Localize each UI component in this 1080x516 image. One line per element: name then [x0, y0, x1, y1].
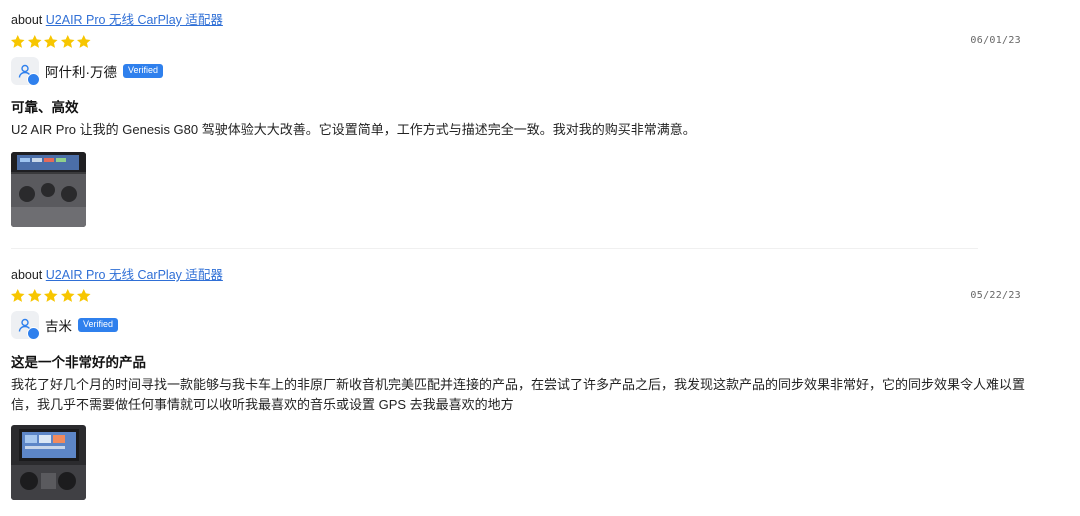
product-link[interactable]: U2AIR Pro 无线 CarPlay 适配器	[46, 13, 223, 27]
review-photo[interactable]	[11, 425, 86, 500]
star-icon	[76, 34, 91, 48]
star-icon	[10, 288, 25, 302]
avatar	[11, 57, 40, 86]
about-prefix: about	[11, 268, 43, 282]
about-line: about U2AIR Pro 无线 CarPlay 适配器	[11, 264, 223, 283]
divider	[11, 248, 978, 249]
star-icon	[27, 288, 42, 302]
star-rating	[10, 34, 92, 50]
about-prefix: about	[11, 13, 43, 27]
avatar	[11, 311, 40, 340]
star-rating	[10, 288, 92, 304]
review-date: 06/01/23	[970, 35, 1021, 46]
reviewer: 吉米 Verified	[11, 311, 119, 340]
star-icon	[10, 34, 25, 48]
reviewer-name: 吉米	[45, 319, 72, 334]
review-photo[interactable]	[11, 152, 86, 227]
verified-badge: Verified	[78, 318, 119, 332]
product-link[interactable]: U2AIR Pro 无线 CarPlay 适配器	[46, 268, 223, 282]
star-icon	[27, 34, 42, 48]
star-icon	[60, 34, 75, 48]
verified-badge: Verified	[123, 64, 164, 78]
star-icon	[60, 288, 75, 302]
review-body: U2 AIR Pro 让我的 Genesis G80 驾驶体验大大改善。它设置简…	[11, 122, 696, 137]
verified-check-icon	[27, 73, 40, 86]
review-title: 这是一个非常好的产品	[11, 355, 146, 370]
star-icon	[43, 34, 58, 48]
review-body: 我花了好几个月的时间寻找一款能够与我卡车上的非原厂新收音机完美匹配并连接的产品，…	[11, 377, 1026, 412]
reviews-list: about U2AIR Pro 无线 CarPlay 适配器 06/01/23 …	[0, 0, 1080, 516]
star-icon	[43, 288, 58, 302]
star-icon	[76, 288, 91, 302]
reviewer-name: 阿什利·万德	[45, 65, 117, 80]
reviewer: 阿什利·万德 Verified	[11, 57, 164, 86]
about-line: about U2AIR Pro 无线 CarPlay 适配器	[11, 9, 223, 28]
review-title: 可靠、高效	[11, 100, 79, 115]
review-date: 05/22/23	[970, 290, 1021, 301]
verified-check-icon	[27, 327, 40, 340]
